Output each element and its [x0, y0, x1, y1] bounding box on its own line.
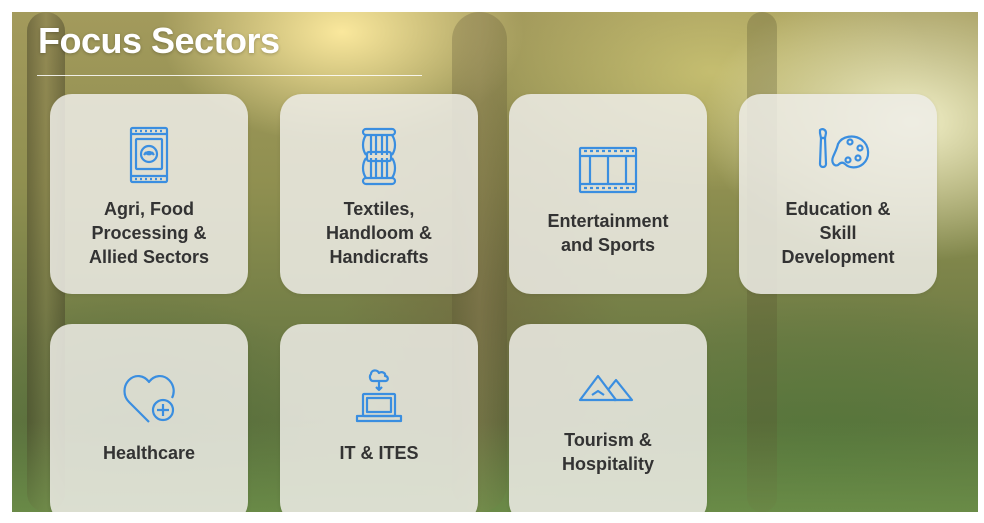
film-strip-icon: [568, 136, 648, 200]
sector-card-tourism[interactable]: Tourism & Hospitality: [509, 324, 707, 512]
background-photo: Focus Sectors Agri, Food Processing & Al…: [12, 12, 978, 512]
sector-card-it[interactable]: IT & ITES: [280, 324, 478, 512]
laptop-cloud-icon: [339, 366, 419, 430]
mountains-icon: [568, 360, 648, 424]
sector-label: Textiles, Handloom & Handicrafts: [326, 199, 432, 267]
page-title: Focus Sectors: [38, 20, 280, 61]
sector-card-entertainment[interactable]: Entertainment and Sports: [509, 94, 707, 294]
sector-label: Education & Skill Development: [781, 199, 895, 267]
sector-card-healthcare[interactable]: Healthcare: [50, 324, 248, 512]
sector-label: IT & ITES: [339, 443, 419, 463]
title-underline: [37, 75, 422, 76]
seed-packet-icon: [109, 124, 189, 188]
paint-palette-icon: [798, 124, 878, 188]
sector-card-agri[interactable]: Agri, Food Processing & Allied Sectors: [50, 94, 248, 294]
sector-label: Healthcare: [102, 443, 196, 463]
sector-label: Entertainment and Sports: [547, 211, 669, 255]
sector-label: Tourism & Hospitality: [561, 430, 654, 474]
sector-card-education[interactable]: Education & Skill Development: [739, 94, 937, 294]
heart-plus-icon: [109, 366, 189, 430]
sector-card-textiles[interactable]: Textiles, Handloom & Handicrafts: [280, 94, 478, 294]
yarn-spool-icon: [339, 124, 419, 188]
sector-label: Agri, Food Processing & Allied Sectors: [88, 199, 210, 267]
